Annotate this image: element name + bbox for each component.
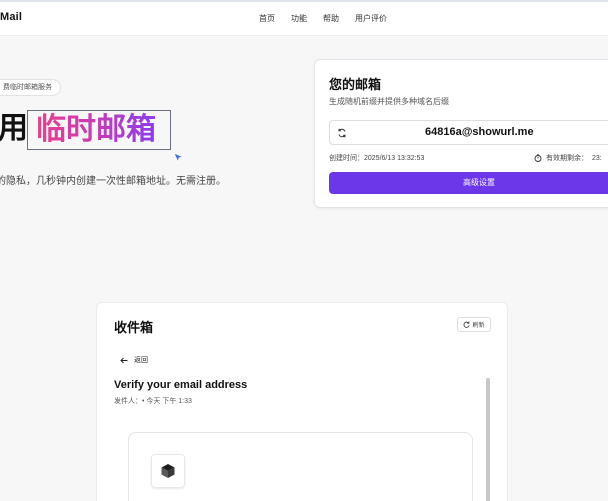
arrow-left-icon — [120, 357, 128, 363]
expire-value: 23: — [592, 154, 602, 162]
email-body — [128, 432, 473, 501]
mailbox-subtitle: 生成随机前缀并提供多种域名后缀 — [329, 97, 449, 106]
back-label: 返回 — [134, 357, 148, 364]
hero-subtitle: 的隐私，几秒钟内创建一次性邮箱地址。无需注册。 — [0, 176, 226, 187]
timer-icon — [534, 154, 542, 162]
refresh-icon[interactable] — [337, 128, 347, 138]
expire-timer: 有效期剩余： 23: — [534, 153, 602, 163]
inbox-refresh-button[interactable]: 刷新 — [457, 317, 491, 332]
top-navbar: Mail 首页 功能 帮助 用户评价 — [0, 2, 608, 36]
advanced-settings-button[interactable]: 高级设置 — [329, 172, 608, 194]
scrollbar[interactable] — [486, 378, 490, 501]
refresh-icon — [464, 321, 471, 328]
nav-features[interactable]: 功能 — [291, 13, 307, 24]
inbox-title: 收件箱 — [114, 320, 154, 335]
hero-badge: 费临时邮箱服务 — [0, 79, 61, 96]
created-time: 创建时间：2025/6/13 13:32:53 — [329, 155, 425, 162]
back-button[interactable]: 返回 — [120, 355, 148, 365]
email-meta: 发件人：• 今天 下午 1:33 — [114, 398, 192, 405]
cursor-pointer-icon — [173, 152, 185, 164]
inbox-panel: 收件箱 刷新 返回 Verify your email address 发件人：… — [96, 302, 508, 501]
mailbox-title: 您的邮箱 — [329, 77, 382, 92]
main-nav: 首页 功能 帮助 用户评价 — [259, 13, 387, 24]
nav-reviews[interactable]: 用户评价 — [355, 13, 387, 24]
nav-help[interactable]: 帮助 — [323, 13, 339, 24]
inbox-refresh-label: 刷新 — [472, 323, 485, 329]
expire-label: 有效期剩余： — [546, 155, 588, 162]
email-subject: Verify your email address — [114, 379, 248, 391]
nav-home[interactable]: 首页 — [259, 13, 275, 24]
hero-title-prefix: 用 — [0, 112, 28, 145]
cube-logo-icon — [161, 464, 175, 478]
app-logo[interactable]: Mail — [0, 11, 22, 23]
mailbox-card: 您的邮箱 生成随机前缀并提供多种域名后缀 64816a@showurl.me 创… — [314, 59, 608, 208]
hero-title-highlight: 临时邮箱 — [36, 113, 156, 146]
email-address-field[interactable]: 64816a@showurl.me — [329, 120, 608, 145]
email-address[interactable]: 64816a@showurl.me — [425, 126, 534, 138]
sender-logo — [151, 454, 185, 488]
